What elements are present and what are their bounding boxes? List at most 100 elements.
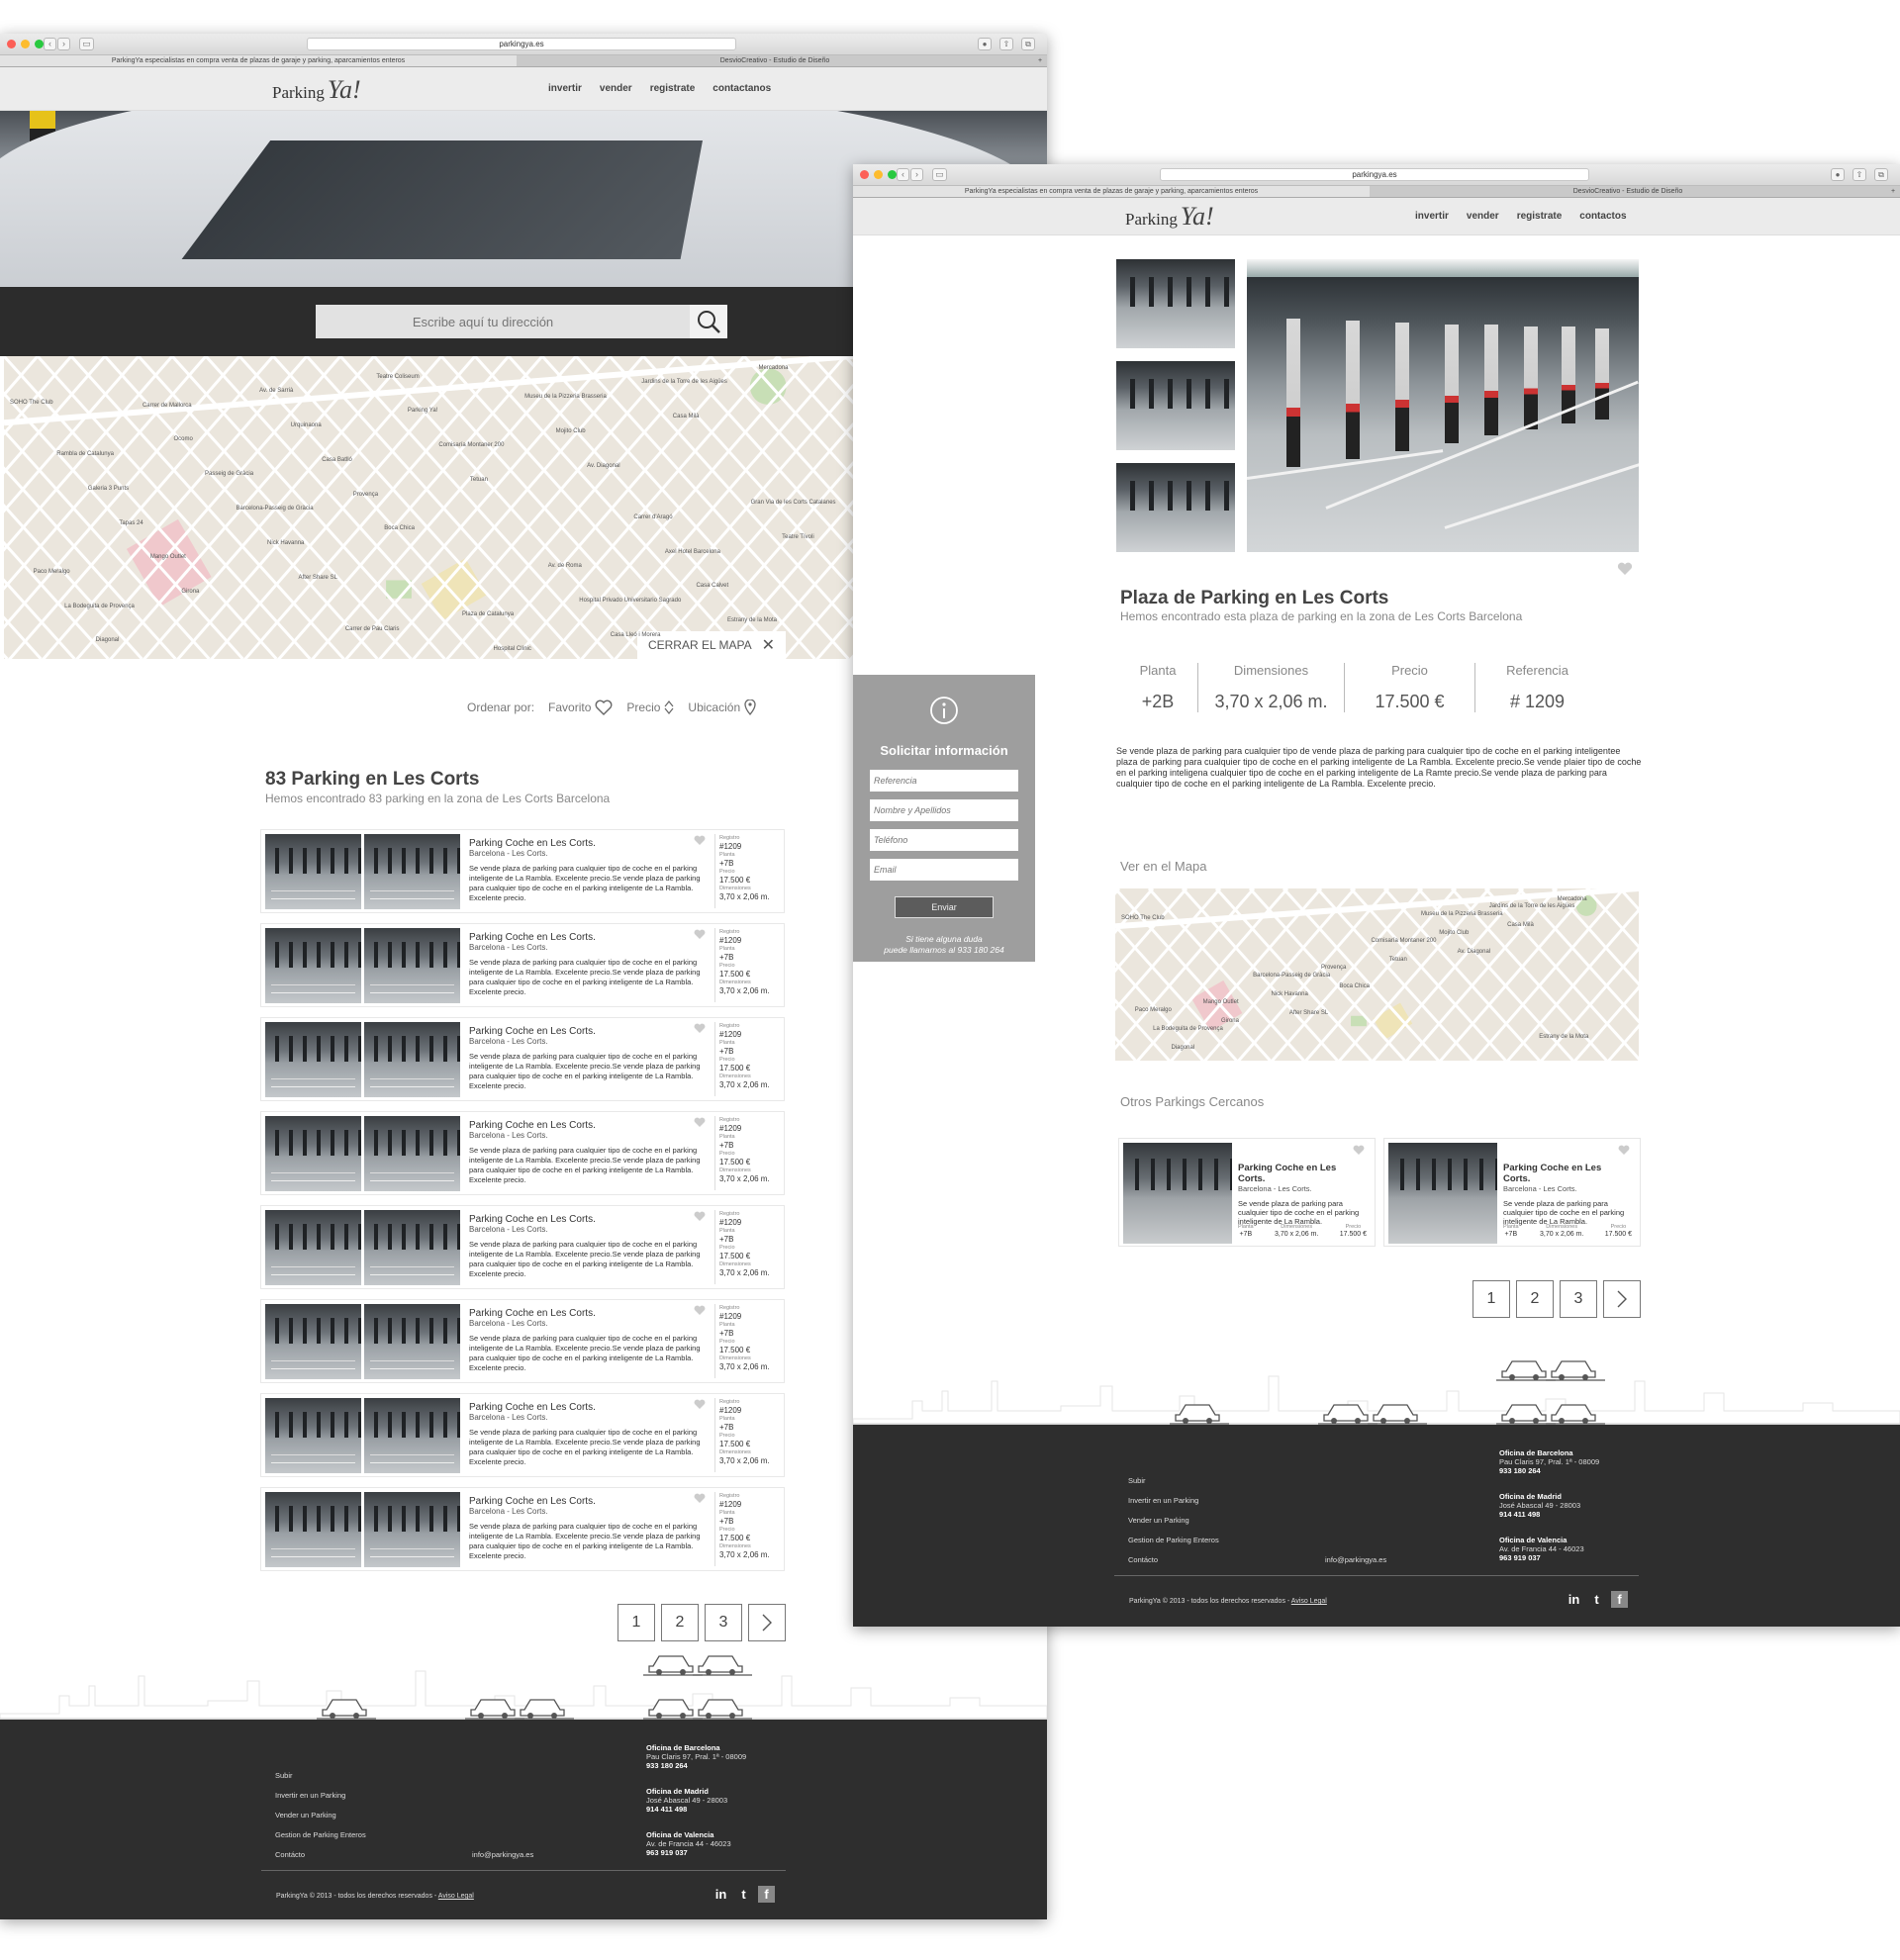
parking-photo[interactable]	[265, 1304, 361, 1379]
address-bar[interactable]: parkingya.es	[1160, 168, 1589, 181]
nav-vender[interactable]: vender	[600, 83, 632, 94]
footer-link-vender[interactable]: Vender un Parking	[275, 1811, 336, 1820]
nav-registrate[interactable]: registrate	[1517, 211, 1563, 222]
parking-photo[interactable]	[364, 1116, 460, 1191]
parking-photo[interactable]	[1388, 1143, 1497, 1244]
card-title[interactable]: Parking Coche en Les Corts.	[469, 838, 709, 849]
favorite-heart-icon[interactable]	[1618, 1145, 1630, 1156]
footer-link-contacto[interactable]: Contácto	[1128, 1555, 1158, 1564]
footer-link-invertir[interactable]: Invertir en un Parking	[1128, 1496, 1198, 1505]
phone-field[interactable]	[870, 829, 1018, 851]
main-photo[interactable]	[1247, 259, 1639, 552]
page-1[interactable]: 1	[618, 1604, 655, 1641]
parking-photo[interactable]	[364, 834, 460, 909]
parking-photo[interactable]	[265, 928, 361, 1003]
nav-vender[interactable]: vender	[1467, 211, 1499, 222]
logo[interactable]: Parking Ya!	[1125, 202, 1214, 232]
share-icon[interactable]: ⇧	[1852, 168, 1866, 181]
parking-photo[interactable]	[265, 1116, 361, 1191]
favorite-heart-icon[interactable]	[694, 1305, 706, 1316]
card-title[interactable]: Parking Coche en Les Corts.	[469, 1496, 709, 1507]
thumbnail-3[interactable]	[1116, 463, 1235, 552]
parking-photo[interactable]	[364, 928, 460, 1003]
listing-card[interactable]: Parking Coche en Les Corts. Barcelona - L…	[260, 1017, 785, 1101]
favorite-heart-icon[interactable]	[694, 1211, 706, 1222]
listing-card[interactable]: Parking Coche en Les Corts. Barcelona - L…	[260, 829, 785, 913]
referencia-field[interactable]	[870, 770, 1018, 792]
listing-card[interactable]: Parking Coche en Les Corts. Barcelona - L…	[260, 1205, 785, 1289]
sort-precio[interactable]: Precio	[626, 700, 674, 714]
tab-parkingya[interactable]: ParkingYa especialistas en compra venta …	[0, 55, 517, 66]
favorite-heart-icon[interactable]	[1617, 562, 1633, 576]
parking-photo[interactable]	[265, 1022, 361, 1097]
legal-link[interactable]: Aviso Legal	[438, 1893, 474, 1900]
logo[interactable]: Parking Ya!	[272, 75, 361, 105]
twitter-icon[interactable]: t	[1588, 1591, 1605, 1608]
download-icon[interactable]: ●	[978, 38, 992, 50]
favorite-heart-icon[interactable]	[694, 1399, 706, 1410]
parking-photo[interactable]	[265, 1210, 361, 1285]
listing-card[interactable]: Parking Coche en Les Corts. Barcelona - L…	[260, 1299, 785, 1383]
thumbnail-1[interactable]	[1116, 259, 1235, 348]
linkedin-icon[interactable]: in	[1566, 1591, 1582, 1608]
footer-link-gestion[interactable]: Gestion de Parking Enteros	[1128, 1536, 1219, 1544]
tab-desviocreativo[interactable]: DesvioCreativo - Estudio de Diseño	[517, 55, 1033, 66]
footer-email[interactable]: info@parkingya.es	[1325, 1555, 1386, 1564]
next-page-button[interactable]	[1603, 1280, 1641, 1318]
favorite-heart-icon[interactable]	[694, 1023, 706, 1034]
footer-link-vender[interactable]: Vender un Parking	[1128, 1516, 1189, 1525]
favorite-heart-icon[interactable]	[694, 929, 706, 940]
parking-photo[interactable]	[265, 834, 361, 909]
listing-card[interactable]: Parking Coche en Les Corts. Barcelona - L…	[260, 923, 785, 1007]
tabs-icon[interactable]: ⧉	[1021, 38, 1035, 50]
page-1[interactable]: 1	[1472, 1280, 1510, 1318]
minimize-window-button[interactable]	[874, 170, 883, 179]
share-icon[interactable]: ⇧	[999, 38, 1013, 50]
address-search-input[interactable]	[316, 305, 690, 338]
parking-photo[interactable]	[364, 1210, 460, 1285]
tab-parkingya[interactable]: ParkingYa especialistas en compra venta …	[853, 186, 1370, 197]
linkedin-icon[interactable]: in	[712, 1886, 729, 1903]
parking-photo[interactable]	[364, 1398, 460, 1473]
page-3[interactable]: 3	[1560, 1280, 1597, 1318]
card-title[interactable]: Parking Coche en Les Corts.	[469, 1214, 709, 1225]
nearby-card[interactable]: Parking Coche en Les Corts. Barcelona - L…	[1383, 1138, 1641, 1247]
footer-link-subir[interactable]: Subir	[275, 1771, 293, 1780]
new-tab-button[interactable]: +	[1886, 186, 1900, 197]
footer-link-gestion[interactable]: Gestion de Parking Enteros	[275, 1830, 366, 1839]
card-title[interactable]: Parking Coche en Les Corts.	[469, 1120, 709, 1131]
sort-favorito[interactable]: Favorito	[548, 700, 613, 715]
footer-link-invertir[interactable]: Invertir en un Parking	[275, 1791, 345, 1800]
listing-card[interactable]: Parking Coche en Les Corts. Barcelona - L…	[260, 1111, 785, 1195]
forward-button[interactable]: ›	[57, 38, 70, 50]
card-title[interactable]: Parking Coche en Les Corts.	[1503, 1163, 1630, 1184]
zoom-window-button[interactable]	[888, 170, 897, 179]
card-title[interactable]: Parking Coche en Les Corts.	[469, 932, 709, 943]
search-button[interactable]	[690, 305, 727, 338]
page-2[interactable]: 2	[661, 1604, 699, 1641]
nav-contactos[interactable]: contactos	[1579, 211, 1626, 222]
listing-card[interactable]: Parking Coche en Les Corts. Barcelona - L…	[260, 1487, 785, 1571]
parking-photo[interactable]	[364, 1492, 460, 1567]
nav-invertir[interactable]: invertir	[1415, 211, 1449, 222]
tab-desviocreativo[interactable]: DesvioCreativo - Estudio de Diseño	[1370, 186, 1886, 197]
favorite-heart-icon[interactable]	[1353, 1145, 1365, 1156]
facebook-icon[interactable]: f	[758, 1886, 775, 1903]
nearby-card[interactable]: Parking Coche en Les Corts. Barcelona - L…	[1118, 1138, 1376, 1247]
card-title[interactable]: Parking Coche en Les Corts.	[469, 1308, 709, 1319]
facebook-icon[interactable]: f	[1611, 1591, 1628, 1608]
name-field[interactable]	[870, 799, 1018, 821]
page-3[interactable]: 3	[705, 1604, 742, 1641]
new-tab-button[interactable]: +	[1033, 55, 1047, 66]
page-2[interactable]: 2	[1516, 1280, 1554, 1318]
results-map[interactable]: CERRAR EL MAPA ✕ SOHO The Club After Share…	[4, 356, 853, 659]
card-title[interactable]: Parking Coche en Les Corts.	[1238, 1163, 1365, 1184]
sidebar-toggle-icon[interactable]: ▭	[79, 38, 94, 50]
send-button[interactable]: Enviar	[895, 896, 994, 918]
twitter-icon[interactable]: t	[735, 1886, 752, 1903]
detail-map[interactable]: SOHO The Club After Share SL Av. Diagonal D…	[1115, 888, 1639, 1061]
card-title[interactable]: Parking Coche en Les Corts.	[469, 1402, 709, 1413]
parking-photo[interactable]	[265, 1398, 361, 1473]
nav-contactanos[interactable]: contactanos	[712, 83, 771, 94]
close-window-button[interactable]	[860, 170, 869, 179]
